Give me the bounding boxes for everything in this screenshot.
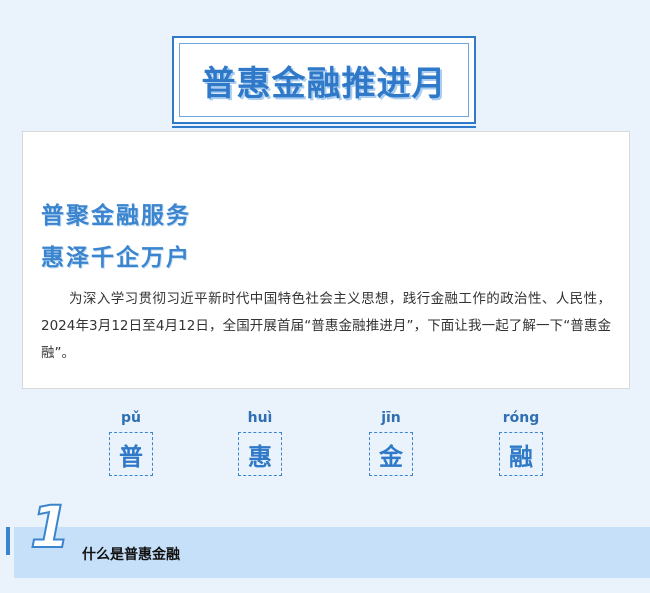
pinyin-char: 惠 xyxy=(238,432,282,476)
intro-paragraph: 为深入学习贯彻习近平新时代中国特色社会主义思想，践行金融工作的政治性、人民性，2… xyxy=(41,291,611,361)
pinyin-card-pu: pǔ 普 xyxy=(101,410,161,476)
title-underline xyxy=(172,122,476,128)
headline-2: 惠泽千企万户 xyxy=(41,245,191,271)
intro-card: 普聚金融服务 惠泽千企万户 为深入学习贯彻习近平新时代中国特色社会主义思想，践行… xyxy=(22,131,630,389)
pinyin-text: jīn xyxy=(381,410,401,426)
pinyin-char: 普 xyxy=(109,432,153,476)
pinyin-card-hui: huì 惠 xyxy=(230,410,290,476)
section-number: 1 xyxy=(29,493,71,561)
pinyin-card-jin: jīn 金 xyxy=(361,410,421,476)
pinyin-text: huì xyxy=(247,410,273,426)
title-banner: 普惠金融推进月 xyxy=(172,36,476,128)
pinyin-card-rong: róng 融 xyxy=(491,410,551,476)
section-title: 什么是普惠金融 xyxy=(82,547,180,563)
pinyin-char: 金 xyxy=(369,432,413,476)
headline-1: 普聚金融服务 xyxy=(41,203,191,229)
pinyin-text: pǔ xyxy=(121,410,141,426)
pinyin-text: róng xyxy=(502,410,540,426)
pinyin-char: 融 xyxy=(499,432,543,476)
page-title: 普惠金融推进月 xyxy=(179,43,469,117)
section-accent-mark xyxy=(6,527,10,555)
